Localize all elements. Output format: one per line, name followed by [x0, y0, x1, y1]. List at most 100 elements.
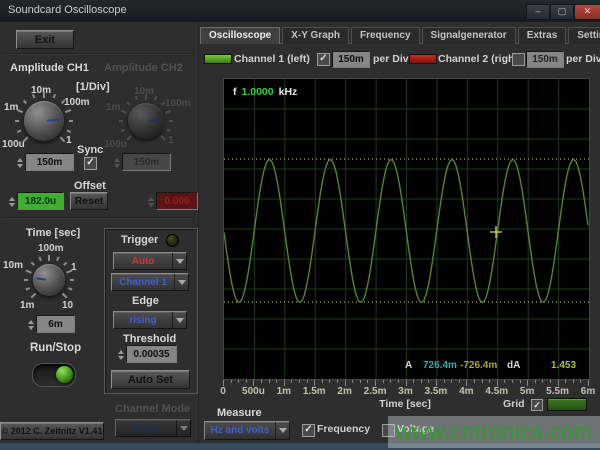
channel2-checkbox[interactable] [512, 53, 525, 66]
channel1-scale-field[interactable]: 150m [332, 51, 370, 68]
amplitude-ch1-knob[interactable] [24, 101, 64, 141]
knob-tick [60, 137, 66, 143]
amplitude-unit-label: [1/Div] [76, 81, 110, 93]
edge-label: Edge [132, 295, 159, 307]
x-axis-tick [269, 380, 270, 383]
frequency-checkbox[interactable]: ✓ [302, 424, 315, 437]
knob-tick [56, 257, 59, 261]
x-axis-tick-label: 6m [581, 386, 595, 397]
threshold-spinner[interactable] [116, 346, 125, 364]
knob-tick [119, 120, 123, 122]
auto-set-button[interactable]: Auto Set [111, 370, 190, 389]
knob-tick [66, 270, 72, 274]
time-knob-label-10: 10 [62, 300, 73, 311]
knob-tick [167, 129, 171, 132]
threshold-field[interactable]: 0.00035 [126, 345, 177, 363]
time-knob[interactable] [33, 264, 65, 296]
knob-tick [62, 293, 68, 299]
watermark-text: www.cntronics.com [396, 419, 593, 445]
cursor-da-label: dA [507, 360, 520, 371]
oscilloscope-display[interactable]: f 1.0000 kHz A 726.4m -726.4m dA 1.453 [223, 78, 590, 380]
channel1-checkbox[interactable]: ✓ [317, 53, 330, 66]
trigger-title: Trigger [121, 234, 158, 246]
tab-xy-graph[interactable]: X-Y Graph [282, 27, 349, 44]
tab-extras[interactable]: Extras [518, 27, 567, 44]
x-axis-tick [451, 380, 452, 383]
minimize-button[interactable]: – [526, 4, 550, 20]
trigger-mode-value: Auto [114, 253, 172, 269]
x-axis-tick [542, 380, 543, 383]
x-axis-tick [291, 380, 292, 383]
freq-value: 1.0000 [242, 86, 274, 98]
trigger-mode-dropdown[interactable]: Auto [113, 252, 187, 270]
time-field[interactable]: 6m [36, 315, 75, 333]
knob-tick [31, 262, 35, 266]
offset-reset-button[interactable]: Reset [70, 192, 108, 210]
tab-bar: Oscilloscope X-Y Graph Frequency Signalg… [200, 27, 600, 44]
trigger-edge-dropdown[interactable]: rising [113, 311, 187, 329]
x-axis-tick [231, 380, 232, 383]
cursor-da-value: 1.453 [551, 360, 576, 371]
tab-settings[interactable]: Settings [568, 27, 600, 44]
ch1-scale-spinner[interactable] [15, 154, 24, 172]
channel-mode-dropdown: single [115, 419, 191, 437]
x-axis-tick [390, 380, 391, 383]
x-axis-tick [322, 380, 323, 383]
freq-prefix: f [233, 86, 237, 98]
x-axis-tick-label: 4.5m [485, 386, 508, 397]
grid-brightness-slider[interactable] [547, 398, 587, 411]
x-axis-tick [535, 380, 536, 383]
knob-tick [26, 270, 32, 274]
exit-button[interactable]: Exit [16, 30, 74, 49]
x-axis-tick [428, 380, 429, 383]
trigger-source-dropdown[interactable]: Channel 1 [111, 273, 189, 291]
x-axis-title: Time [sec] [379, 398, 431, 410]
x-axis-tick [474, 380, 475, 383]
maximize-button[interactable]: ▢ [550, 4, 574, 20]
sync-checkbox[interactable]: ✓ [84, 157, 97, 170]
cursor-a-upper: 726.4m [423, 360, 457, 371]
x-axis-tick [246, 380, 247, 383]
trigger-source-value: Channel 1 [112, 274, 174, 290]
x-axis-tick [329, 380, 330, 383]
ch2-knob-label-1: 1 [168, 135, 174, 146]
freq-unit: kHz [279, 86, 298, 98]
x-axis-tick [565, 380, 566, 383]
title-bar: Soundcard Oscilloscope – ▢ ✕ [0, 0, 600, 22]
close-button[interactable]: ✕ [574, 4, 600, 20]
x-axis-tick-label: 4m [459, 386, 473, 397]
knob-tick [48, 255, 50, 261]
time-knob-label-10m: 10m [3, 260, 23, 271]
measure-mode-dropdown[interactable]: Hz and volts [204, 421, 290, 440]
grid-checkbox[interactable]: ✓ [531, 399, 543, 411]
time-spinner[interactable] [26, 316, 35, 334]
offset-ch1-field[interactable]: 182.0u [17, 192, 64, 210]
measure-mode-value: Hz and volts [205, 422, 275, 439]
channel2-scale-field[interactable]: 150m [526, 51, 564, 68]
amplitude-ch1-title: Amplitude CH1 [10, 62, 89, 74]
channel2-label: Channel 2 (right) [438, 53, 521, 65]
amplitude-ch2-title: Amplitude CH2 [104, 62, 183, 74]
tab-frequency[interactable]: Frequency [351, 27, 420, 44]
knob-tick [43, 92, 45, 98]
run-stop-toggle[interactable] [32, 363, 76, 387]
ch1-knob-label-100u: 100u [2, 139, 25, 150]
tab-signalgenerator[interactable]: Signalgenerator [422, 27, 516, 44]
x-axis-tick [367, 380, 368, 383]
x-axis-tick-label: 5.5m [546, 386, 569, 397]
amplitude-ch2-knob [128, 103, 164, 139]
tab-oscilloscope[interactable]: Oscilloscope [200, 27, 280, 44]
chevron-down-icon [172, 253, 186, 269]
watermark-overlay: www.cntronics.com [388, 416, 600, 448]
ch1-scale-field[interactable]: 150m [25, 153, 74, 171]
knob-tick [160, 135, 166, 141]
offset-ch1-spinner[interactable] [7, 193, 16, 211]
frequency-readout: f 1.0000 kHz [233, 86, 297, 98]
section-divider [4, 217, 194, 219]
x-axis-tick [444, 380, 445, 383]
soundcard-oscilloscope-window: Soundcard Oscilloscope – ▢ ✕ Exit Amplit… [0, 0, 600, 450]
ch2-knob-label-1m: 1m [106, 102, 120, 113]
knob-tick [17, 130, 21, 133]
knob-tick [69, 120, 73, 122]
toggle-green-indicator [56, 366, 73, 383]
